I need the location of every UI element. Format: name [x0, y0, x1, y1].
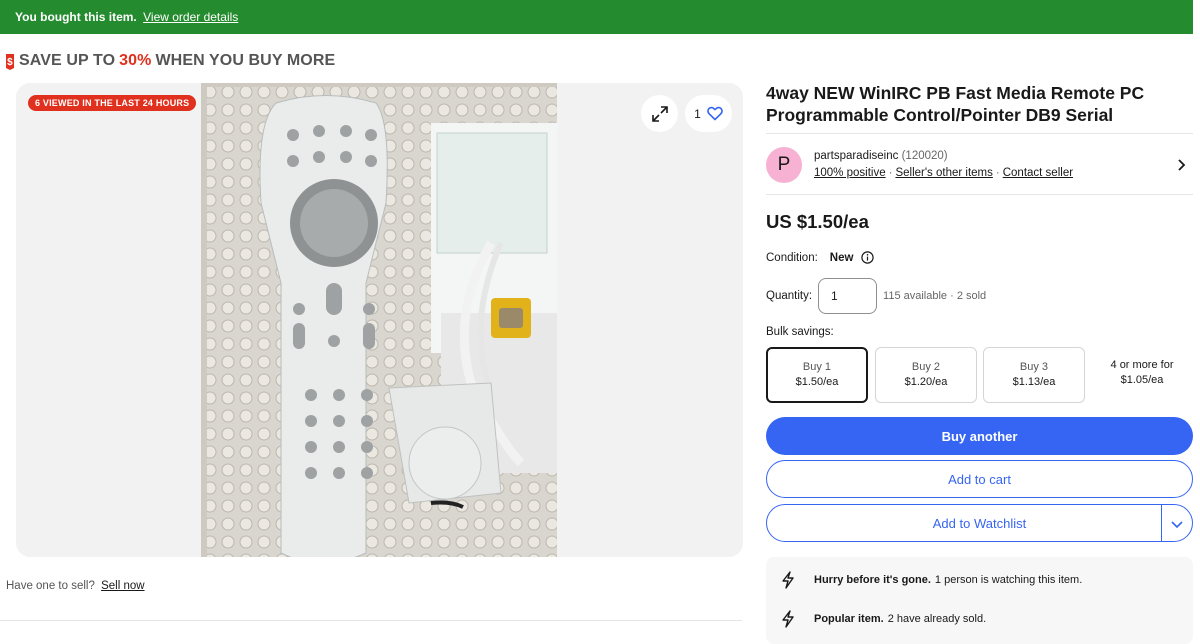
quantity-availability: 115 available · 2 sold: [883, 290, 987, 302]
bulk-promo-line: $ SAVE UP TO 30% WHEN YOU BUY MORE: [4, 52, 335, 70]
bulk-more-price: $1.05/ea: [1120, 374, 1164, 386]
sellers-other-items-link[interactable]: Seller's other items: [895, 167, 992, 179]
add-to-cart-button[interactable]: Add to cart: [766, 460, 1193, 498]
seller-info: partsparadiseinc (120020) 100% positive ·…: [814, 148, 1175, 182]
image-gallery[interactable]: 6 VIEWED IN THE LAST 24 HOURS 1: [16, 83, 743, 557]
urgency-headline: Popular item.: [814, 613, 884, 625]
bulk-option-label: Buy 3: [1019, 361, 1049, 373]
bulk-option-buy-1[interactable]: Buy 1 $1.50/ea: [766, 347, 868, 403]
seller-avatar: P: [766, 147, 802, 183]
quantity-input[interactable]: [818, 278, 878, 314]
buy-another-button[interactable]: Buy another: [766, 417, 1193, 455]
purchase-message: You bought this item.: [15, 10, 137, 24]
view-order-details-link[interactable]: View order details: [143, 10, 238, 24]
separator: ·: [995, 167, 1000, 179]
watch-count-button[interactable]: 1: [685, 95, 732, 132]
quantity-label: Quantity:: [766, 290, 813, 302]
separator: ·: [888, 167, 893, 179]
info-icon[interactable]: [861, 251, 875, 264]
heart-icon: [706, 106, 723, 121]
seller-card[interactable]: P partsparadiseinc (120020) 100% positiv…: [766, 145, 1193, 185]
svg-text:$: $: [7, 57, 13, 68]
item-price: US $1.50/ea: [766, 211, 869, 232]
divider: [766, 194, 1193, 195]
add-to-watchlist-button[interactable]: Add to Watchlist: [766, 504, 1193, 542]
bulk-option-label: Buy 2: [911, 361, 941, 373]
promo-suffix: WHEN YOU BUY MORE: [155, 52, 336, 69]
divider: [1161, 505, 1162, 541]
bulk-option-label: Buy 1: [802, 361, 832, 373]
bulk-option-4-or-more: 4 or more for $1.05/ea: [1098, 358, 1186, 388]
seller-feedback-score: (120020): [901, 150, 948, 162]
purchase-banner: You bought this item. View order details: [0, 0, 1193, 34]
lightning-icon: [782, 571, 794, 589]
divider: [766, 133, 1193, 134]
contact-seller-link[interactable]: Contact seller: [1003, 167, 1073, 179]
condition-value: New: [829, 251, 854, 264]
sell-prompt: Have one to sell? Sell now: [6, 580, 145, 592]
bulk-option-price: $1.13/ea: [1012, 376, 1056, 388]
condition-row: Condition: New: [766, 251, 875, 264]
dollar-tag-icon: $: [6, 54, 14, 70]
positive-feedback-link[interactable]: 100% positive: [814, 167, 886, 179]
viewed-badge: 6 VIEWED IN THE LAST 24 HOURS: [28, 95, 197, 111]
chevron-down-icon[interactable]: [1170, 517, 1184, 531]
promo-percent: 30%: [119, 52, 152, 69]
bulk-option-price: $1.20/ea: [904, 376, 948, 388]
sell-now-link[interactable]: Sell now: [101, 580, 144, 592]
chevron-right-icon[interactable]: [1175, 159, 1187, 171]
quantity-row: Quantity: 115 available · 2 sold: [766, 278, 986, 314]
urgency-signals: Hurry before it's gone. 1 person is watc…: [766, 557, 1193, 644]
bulk-option-price: $1.50/ea: [795, 376, 839, 388]
urgency-headline: Hurry before it's gone.: [814, 574, 931, 586]
lightning-icon: [782, 610, 794, 628]
urgency-text: 1 person is watching this item.: [934, 574, 1083, 586]
divider: [0, 620, 742, 621]
promo-prefix: SAVE UP TO: [19, 52, 116, 69]
expand-button[interactable]: [641, 95, 678, 132]
bulk-savings-label: Bulk savings:: [766, 326, 834, 338]
product-photo[interactable]: [201, 83, 557, 557]
bulk-option-buy-2[interactable]: Buy 2 $1.20/ea: [875, 347, 977, 403]
bulk-more-label: 4 or more for: [1110, 359, 1174, 371]
urgency-row: Hurry before it's gone. 1 person is watc…: [780, 571, 1082, 589]
bulk-option-buy-3[interactable]: Buy 3 $1.13/ea: [983, 347, 1085, 403]
add-to-watchlist-label: Add to Watchlist: [932, 515, 1027, 531]
urgency-row: Popular item. 2 have already sold.: [780, 610, 986, 628]
sell-question: Have one to sell?: [6, 580, 95, 592]
item-title: 4way NEW WinIRC PB Fast Media Remote PC …: [766, 83, 1145, 125]
seller-name[interactable]: partsparadiseinc: [814, 150, 898, 162]
urgency-text: 2 have already sold.: [887, 613, 987, 625]
expand-icon: [651, 105, 668, 122]
condition-label: Condition:: [766, 251, 818, 264]
watch-count: 1: [694, 106, 701, 121]
